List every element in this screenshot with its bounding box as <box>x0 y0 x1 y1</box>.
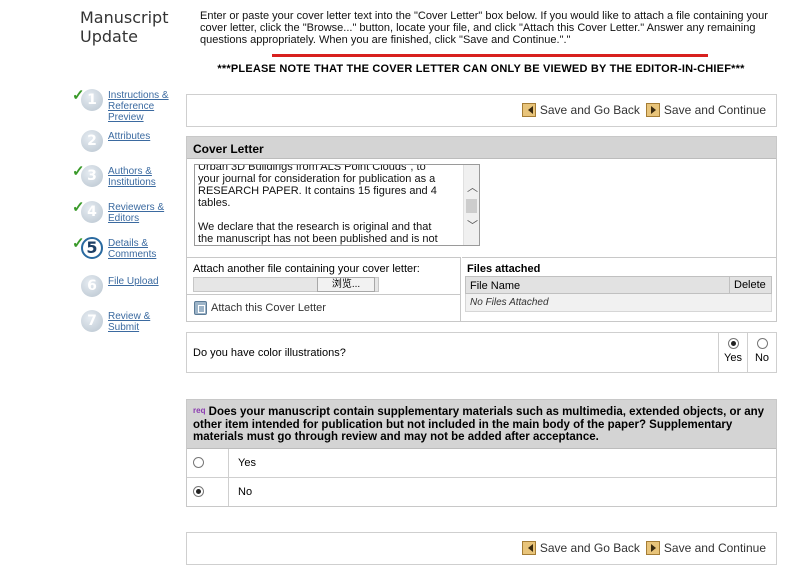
save-and-continue-button[interactable]: Save and Continue <box>645 103 766 117</box>
supplementary-no-label: No <box>238 486 253 498</box>
step-number-2-icon: 2 <box>81 130 103 152</box>
color-no-radio[interactable] <box>756 338 768 349</box>
cover-letter-heading: Cover Letter <box>187 137 776 159</box>
scrollbar-thumb[interactable] <box>466 199 477 213</box>
cover-letter-line: Urban 3D Buildings from ALS Point Clouds… <box>198 164 426 173</box>
arrow-left-icon <box>521 541 536 555</box>
step-review-submit[interactable]: 7 Review & Submit <box>70 310 180 347</box>
attach-cover-letter-button[interactable]: Attach this Cover Letter <box>194 301 326 315</box>
step-number-3-icon: 3 <box>81 165 103 187</box>
top-nav-bar: Save and Go Back Save and Continue <box>186 94 777 127</box>
step-label-file-upload[interactable]: File Upload <box>108 276 178 287</box>
step-number-4-icon: 4 <box>81 201 103 223</box>
instructions-text: Enter or paste your cover letter text in… <box>200 10 768 46</box>
supplementary-yes-row[interactable]: Yes <box>187 449 776 478</box>
step-file-upload[interactable]: 6 File Upload <box>70 275 180 312</box>
column-delete: Delete <box>729 277 771 293</box>
color-question-text: Do you have color illustrations? <box>193 347 346 359</box>
attach-file-pane: Attach another file containing your cove… <box>187 257 461 321</box>
arrow-right-icon <box>645 541 660 555</box>
files-attached-pane: Files attached File Name Delete No Files… <box>462 257 776 321</box>
color-no-label: No <box>754 352 770 364</box>
required-icon: req <box>193 406 206 415</box>
save-and-go-back-label: Save and Go Back <box>539 103 640 117</box>
file-input[interactable]: 浏览... <box>193 277 379 292</box>
step-instructions[interactable]: ✓ 1 Instructions & Reference Preview <box>70 87 180 126</box>
step-label-instructions[interactable]: Instructions & Reference Preview <box>108 90 178 123</box>
files-attached-title: Files attached <box>467 263 541 275</box>
red-underline <box>272 54 708 57</box>
cover-letter-line: We declare that the research is original… <box>198 221 432 233</box>
step-label-details[interactable]: Details & Comments <box>108 238 178 260</box>
attach-cover-letter-label: Attach this Cover Letter <box>211 302 326 314</box>
step-attributes[interactable]: 2 Attributes <box>70 130 180 167</box>
editor-notice: ***PLEASE NOTE THAT THE COVER LETTER CAN… <box>217 63 745 75</box>
step-authors[interactable]: ✓ 3 Authors & Institutions <box>70 163 180 202</box>
step-number-1-icon: 1 <box>81 89 103 111</box>
page-title: Manuscript Update <box>80 8 169 46</box>
color-no-option[interactable]: No <box>747 333 776 372</box>
step-reviewers[interactable]: ✓ 4 Reviewers & Editors <box>70 199 180 238</box>
document-icon <box>194 301 207 315</box>
supplementary-no-row[interactable]: No <box>187 478 776 507</box>
step-number-7-icon: 7 <box>81 310 103 332</box>
cover-letter-line: the manuscript has not been published an… <box>198 233 438 245</box>
cover-letter-line: RESEARCH PAPER. It contains 15 figures a… <box>198 185 437 197</box>
save-and-go-back-button[interactable]: Save and Go Back <box>521 103 640 117</box>
supplementary-question-text: Does your manuscript contain supplementa… <box>193 406 765 443</box>
bottom-nav-bar: Save and Go Back Save and Continue <box>186 532 777 565</box>
step-number-5-icon: 5 <box>81 237 103 259</box>
color-illustrations-question: Do you have color illustrations? Yes No <box>186 332 777 373</box>
supplementary-yes-label: Yes <box>238 457 256 469</box>
step-label-attributes[interactable]: Attributes <box>108 131 178 142</box>
supplementary-yes-radio[interactable] <box>193 457 204 468</box>
step-label-authors[interactable]: Authors & Institutions <box>108 166 178 188</box>
cover-letter-section: Cover Letter Urban 3D Buildings from ALS… <box>186 136 777 322</box>
color-yes-option[interactable]: Yes <box>718 333 747 372</box>
supplementary-no-radio[interactable] <box>193 486 204 497</box>
save-and-continue-label: Save and Continue <box>663 541 766 555</box>
arrow-right-icon <box>645 103 660 117</box>
save-and-continue-label: Save and Continue <box>663 103 766 117</box>
save-and-go-back-label: Save and Go Back <box>539 541 640 555</box>
attach-file-label: Attach another file containing your cove… <box>193 263 420 275</box>
browse-button[interactable]: 浏览... <box>317 277 375 292</box>
cover-letter-line: your journal for consideration for publi… <box>198 173 436 185</box>
column-file-name: File Name <box>470 280 521 292</box>
step-number-6-icon: 6 <box>81 275 103 297</box>
save-and-go-back-button[interactable]: Save and Go Back <box>521 541 640 555</box>
save-and-continue-button[interactable]: Save and Continue <box>645 541 766 555</box>
chevron-down-icon[interactable]: ﹀ <box>467 217 478 233</box>
color-yes-label: Yes <box>724 352 742 364</box>
cover-letter-line: tables. <box>198 197 231 209</box>
files-table-header: File Name Delete <box>465 276 772 294</box>
step-label-reviewers[interactable]: Reviewers & Editors <box>108 202 178 224</box>
step-label-review-submit[interactable]: Review & Submit <box>108 311 178 333</box>
chevron-up-icon[interactable]: ︿ <box>467 179 478 195</box>
textarea-scrollbar[interactable]: ︿ ﹀ <box>463 165 479 245</box>
arrow-left-icon <box>521 103 536 117</box>
cover-letter-textarea[interactable]: Urban 3D Buildings from ALS Point Clouds… <box>194 164 480 246</box>
color-yes-radio[interactable] <box>727 338 739 349</box>
step-details[interactable]: ✓ 5 Details & Comments <box>70 235 180 274</box>
supplementary-question: req Does your manuscript contain supplem… <box>186 399 777 507</box>
no-files-message: No Files Attached <box>465 294 772 312</box>
